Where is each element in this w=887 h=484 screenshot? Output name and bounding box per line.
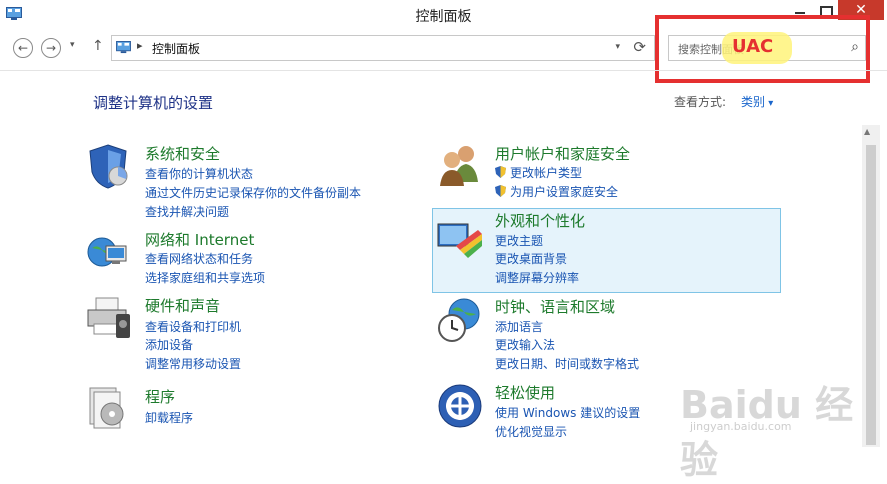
scroll-up-arrow[interactable]: ▲: [864, 127, 870, 136]
address-bar[interactable]: ▸ 控制面板 ▾ ⟳: [111, 35, 655, 61]
recent-locations-dropdown[interactable]: ▾: [70, 40, 75, 50]
back-button[interactable]: ←: [13, 38, 33, 58]
link-optimize-display[interactable]: 优化视觉显示: [495, 423, 567, 440]
forward-button[interactable]: →: [41, 38, 61, 58]
link-change-account-type[interactable]: 更改帐户类型: [495, 164, 582, 181]
programs-icon: [89, 387, 124, 429]
up-button[interactable]: ↑: [92, 38, 104, 54]
link-network-status[interactable]: 查看网络状态和任务: [145, 250, 253, 267]
category-appearance[interactable]: 外观和个性化: [495, 210, 585, 231]
link-view-computer-status[interactable]: 查看你的计算机状态: [145, 165, 253, 182]
appearance-monitor-icon: [437, 223, 482, 258]
ease-of-access-icon: [438, 384, 482, 428]
watermark-url: jingyan.baidu.com: [690, 420, 792, 433]
link-change-background[interactable]: 更改桌面背景: [495, 250, 567, 267]
view-by-dropdown[interactable]: 类别: [741, 93, 773, 110]
control-panel-icon: [116, 41, 131, 54]
breadcrumb-control-panel[interactable]: 控制面板: [152, 40, 200, 57]
breadcrumb-separator[interactable]: ▸: [137, 39, 143, 52]
link-add-device[interactable]: 添加设备: [145, 336, 193, 353]
link-change-theme[interactable]: 更改主题: [495, 232, 543, 249]
annotation-label: UAC: [732, 36, 774, 57]
printer-icon: [87, 297, 130, 338]
link-date-time-format[interactable]: 更改日期、时间或数字格式: [495, 355, 639, 372]
selected-category-highlight: [432, 208, 781, 293]
divider: [0, 70, 887, 71]
category-network-internet[interactable]: 网络和 Internet: [145, 229, 254, 250]
uac-shield-icon: [495, 185, 506, 197]
category-system-security[interactable]: 系统和安全: [145, 143, 220, 164]
security-shield-icon: [89, 144, 128, 189]
link-add-language[interactable]: 添加语言: [495, 318, 543, 335]
category-programs[interactable]: 程序: [145, 386, 175, 407]
link-file-history-backup[interactable]: 通过文件历史记录保存你的文件备份副本: [145, 184, 361, 201]
link-label[interactable]: 更改帐户类型: [510, 166, 582, 180]
link-devices-printers[interactable]: 查看设备和打印机: [145, 318, 241, 335]
category-user-accounts[interactable]: 用户帐户和家庭安全: [495, 143, 630, 164]
category-clock-language-region[interactable]: 时钟、语言和区域: [495, 296, 615, 317]
link-label[interactable]: 为用户设置家庭安全: [510, 185, 618, 199]
users-icon: [440, 146, 478, 186]
clock-globe-icon: [438, 298, 480, 342]
link-windows-suggested-settings[interactable]: 使用 Windows 建议的设置: [495, 404, 640, 421]
link-change-input-method[interactable]: 更改输入法: [495, 336, 555, 353]
uac-shield-icon: [495, 166, 506, 178]
address-dropdown[interactable]: ▾: [615, 42, 620, 52]
network-globe-icon: [87, 237, 127, 267]
link-homegroup[interactable]: 选择家庭组和共享选项: [145, 269, 265, 286]
category-ease-of-access[interactable]: 轻松使用: [495, 382, 555, 403]
link-mobility-settings[interactable]: 调整常用移动设置: [145, 355, 241, 372]
page-heading: 调整计算机的设置: [93, 94, 214, 112]
view-by-label: 查看方式:: [674, 95, 727, 109]
link-uninstall-program[interactable]: 卸载程序: [145, 409, 193, 426]
link-family-safety[interactable]: 为用户设置家庭安全: [495, 183, 618, 200]
category-hardware-sound[interactable]: 硬件和声音: [145, 295, 220, 316]
refresh-button[interactable]: ⟳: [633, 38, 646, 56]
link-screen-resolution[interactable]: 调整屏幕分辨率: [495, 269, 579, 286]
link-troubleshoot[interactable]: 查找并解决问题: [145, 203, 229, 220]
